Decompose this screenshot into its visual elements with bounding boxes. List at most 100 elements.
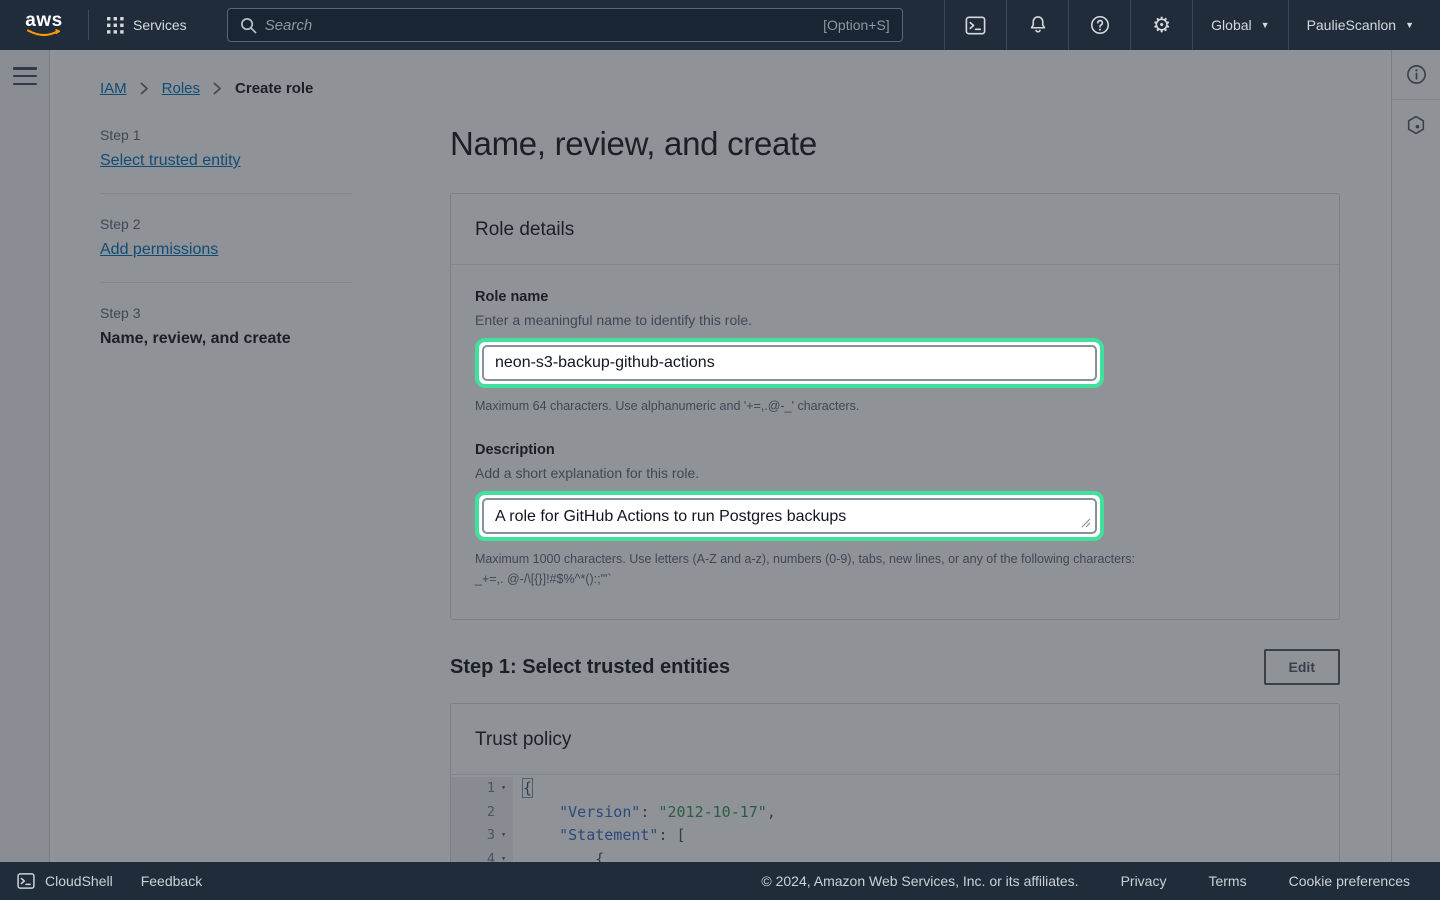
fold-caret-icon[interactable]: ▾ (497, 777, 510, 801)
aws-logo[interactable]: aws (0, 0, 88, 50)
cloudshell-nav-button[interactable] (944, 0, 1006, 50)
copyright-text: © 2024, Amazon Web Services, Inc. or its… (761, 873, 1078, 889)
feedback-label: Feedback (141, 873, 202, 889)
code-line: 4▾ { (451, 848, 1339, 862)
line-number: 2 (487, 801, 495, 825)
cookie-preferences-link[interactable]: Cookie preferences (1289, 873, 1410, 889)
search-box[interactable]: [Option+S] (227, 8, 903, 42)
cloudshell-label: CloudShell (45, 873, 113, 889)
notifications-button[interactable] (1006, 0, 1068, 50)
settings-button[interactable]: ⚙ (1130, 0, 1192, 50)
footer: CloudShell Feedback © 2024, Amazon Web S… (0, 862, 1440, 900)
app-body: IAM Roles Create role Step 1 Select trus… (0, 50, 1440, 862)
role-details-body: Role name Enter a meaningful name to ide… (451, 265, 1339, 619)
step1-section-header: Step 1: Select trusted entities Edit (450, 649, 1340, 685)
code-gutter: 3▾ (451, 824, 513, 848)
menu-toggle-button[interactable] (13, 66, 37, 86)
description-constraint-line2: _+=,. @-/\[{}]!#$%^*():;'"` (475, 572, 612, 586)
topnav: aws Services [Option+S] (0, 0, 1440, 50)
code-text: "Version": "2012-10-17", (513, 801, 776, 825)
topnav-actions: ⚙ Global ▼ PaulieScanlon ▼ (944, 0, 1432, 50)
trust-policy-header: Trust policy (451, 704, 1339, 775)
step-kicker: Step 3 (100, 305, 352, 321)
region-label: Global (1211, 17, 1251, 33)
main-column: Name, review, and create Role details Ro… (450, 123, 1340, 862)
breadcrumb-link-roles[interactable]: Roles (162, 80, 200, 97)
chevron-right-icon (140, 82, 149, 95)
breadcrumb-link-iam[interactable]: IAM (100, 80, 127, 97)
description-highlight: A role for GitHub Actions to run Postgre… (475, 491, 1104, 541)
menu-icon (13, 67, 37, 70)
description-label: Description (475, 442, 1315, 458)
privacy-link[interactable]: Privacy (1121, 873, 1167, 889)
chevron-down-icon: ▼ (1261, 20, 1270, 30)
role-name-field: Role name Enter a meaningful name to ide… (475, 289, 1315, 416)
search-input[interactable] (265, 17, 815, 34)
step-separator (100, 282, 352, 283)
step-kicker: Step 2 (100, 216, 352, 232)
chevron-right-icon (213, 82, 222, 95)
trust-policy-code: 1▾{2 "Version": "2012-10-17",3▾ "Stateme… (451, 775, 1339, 862)
code-text: { (513, 848, 604, 862)
edit-button[interactable]: Edit (1264, 649, 1340, 685)
resources-panel-button[interactable] (1392, 100, 1440, 150)
step-link-add-permissions[interactable]: Add permissions (100, 241, 218, 259)
bell-icon (1027, 14, 1049, 36)
breadcrumb-current: Create role (235, 80, 313, 97)
info-panel-button[interactable] (1392, 50, 1440, 100)
code-line: 2 "Version": "2012-10-17", (451, 801, 1339, 825)
step1-section-title: Step 1: Select trusted entities (450, 656, 730, 679)
footer-right: © 2024, Amazon Web Services, Inc. or its… (761, 873, 1424, 889)
trust-policy-title: Trust policy (475, 729, 1315, 751)
region-selector[interactable]: Global ▼ (1192, 0, 1287, 50)
gear-icon: ⚙ (1152, 15, 1171, 36)
role-name-constraint: Maximum 64 characters. Use alphanumeric … (475, 397, 1315, 416)
info-icon (1405, 63, 1428, 86)
aws-logo-text: aws (25, 12, 62, 29)
terms-link[interactable]: Terms (1208, 873, 1246, 889)
terminal-icon (16, 871, 36, 891)
hexagon-icon (1405, 114, 1427, 136)
role-name-help: Enter a meaningful name to identify this… (475, 312, 1315, 328)
grid-icon (107, 17, 124, 34)
step-separator (100, 193, 352, 194)
main-content: IAM Roles Create role Step 1 Select trus… (50, 50, 1391, 862)
description-field: Description Add a short explanation for … (475, 442, 1315, 589)
code-gutter: 4▾ (451, 848, 513, 862)
services-button[interactable]: Services (89, 0, 205, 50)
account-label: PaulieScanlon (1307, 17, 1397, 33)
code-gutter: 1▾ (451, 777, 513, 801)
line-number: 4 (487, 848, 495, 862)
steps-nav: Step 1 Select trusted entity Step 2 Add … (100, 123, 352, 862)
role-details-title: Role details (475, 219, 1315, 241)
description-help: Add a short explanation for this role. (475, 465, 1315, 481)
step-current-name-review-create: Name, review, and create (100, 330, 291, 347)
aws-smile-icon (26, 29, 62, 38)
code-line: 1▾{ (451, 777, 1339, 801)
description-constraint: Maximum 1000 characters. Use letters (A-… (475, 550, 1315, 589)
page-title: Name, review, and create (450, 125, 1340, 163)
code-line: 3▾ "Statement": [ (451, 824, 1339, 848)
chevron-down-icon: ▼ (1405, 20, 1414, 30)
role-details-header: Role details (451, 194, 1339, 265)
description-constraint-line1: Maximum 1000 characters. Use letters (A-… (475, 552, 1135, 566)
account-menu[interactable]: PaulieScanlon ▼ (1288, 0, 1432, 50)
search-shortcut: [Option+S] (823, 17, 890, 33)
fold-caret-icon[interactable]: ▾ (497, 824, 510, 848)
help-button[interactable] (1068, 0, 1130, 50)
fold-caret-icon[interactable]: ▾ (497, 848, 510, 862)
code-text: { (513, 777, 532, 801)
cloudshell-footer-button[interactable]: CloudShell (16, 871, 113, 891)
description-textarea[interactable]: A role for GitHub Actions to run Postgre… (482, 498, 1097, 534)
role-details-card: Role details Role name Enter a meaningfu… (450, 193, 1340, 620)
step-link-select-trusted-entity[interactable]: Select trusted entity (100, 152, 241, 170)
feedback-button[interactable]: Feedback (141, 873, 202, 889)
step-item-3: Step 3 Name, review, and create (100, 305, 352, 348)
code-text: "Statement": [ (513, 824, 686, 848)
search-icon (240, 17, 257, 34)
line-number: 3 (487, 824, 495, 848)
breadcrumb: IAM Roles Create role (100, 80, 1391, 97)
role-name-input[interactable] (482, 345, 1097, 381)
tools-rail (1391, 50, 1440, 862)
line-number: 1 (487, 777, 495, 801)
